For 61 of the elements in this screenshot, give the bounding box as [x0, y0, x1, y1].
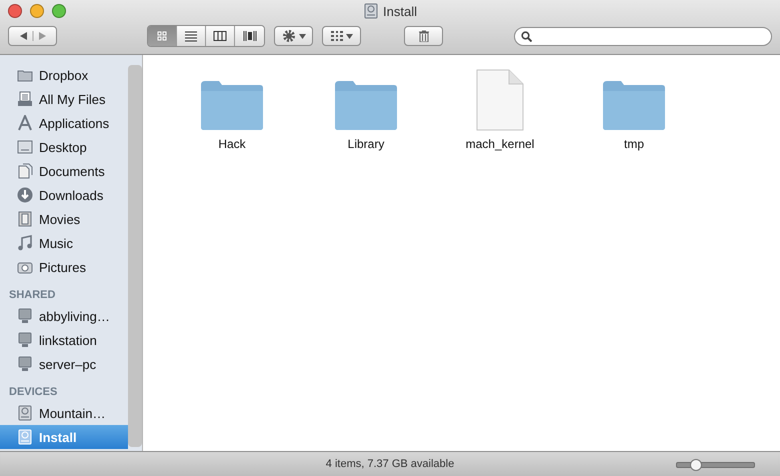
sidebar-item[interactable]: server–pc — [0, 352, 128, 376]
icon-grid-icon — [155, 30, 169, 42]
sidebar-item[interactable]: Mountain… — [0, 401, 128, 425]
cover-flow-icon — [242, 30, 256, 42]
sidebar-item[interactable]: Desktop — [0, 135, 128, 159]
sidebar-item[interactable]: All My Files — [0, 87, 128, 111]
list-icon — [184, 30, 198, 42]
folder-icon — [333, 79, 399, 131]
view-mode-button[interactable] — [206, 26, 235, 46]
back-forward-button[interactable] — [8, 26, 57, 46]
file-item[interactable]: Hack — [167, 69, 297, 151]
search-field[interactable] — [514, 26, 772, 46]
zoom-button[interactable] — [52, 4, 66, 18]
search-icon — [521, 30, 532, 42]
folder-icon — [601, 79, 667, 131]
monitor-icon — [17, 356, 33, 372]
status-text: 4 items, 7.37 GB available — [326, 458, 454, 470]
sidebar-item[interactable]: linkstation — [0, 328, 128, 352]
sidebar-item[interactable]: Downloads — [0, 183, 128, 207]
caret-icon — [346, 34, 352, 38]
view-mode-button[interactable] — [177, 26, 206, 46]
sidebar-item[interactable]: Documents — [0, 159, 128, 183]
arrange-menu-button[interactable] — [322, 26, 361, 46]
grid-icon — [330, 31, 342, 41]
file-item[interactable]: Library — [301, 69, 431, 151]
file-item[interactable]: mach_kernel — [435, 69, 565, 151]
close-button[interactable] — [8, 4, 22, 18]
monitor-icon — [17, 308, 33, 324]
monitor-icon — [17, 332, 33, 348]
back-forward-arrows-icon — [18, 31, 48, 41]
desktop-icon — [17, 139, 33, 155]
columns-icon — [213, 30, 227, 42]
trash-icon — [418, 30, 428, 42]
folder-icon — [199, 79, 265, 131]
sidebar-item[interactable]: Pictures — [0, 255, 128, 279]
sidebar-item[interactable]: Music — [0, 231, 128, 255]
music-note-icon — [17, 235, 33, 251]
scrollbar-thumb[interactable] — [128, 65, 142, 447]
document-icon — [476, 69, 524, 131]
icon-size-slider[interactable] — [676, 462, 755, 468]
sidebar-item[interactable]: Dropbox — [0, 63, 128, 87]
sidebar-item[interactable]: Movies — [0, 207, 128, 231]
slider-thumb[interactable] — [690, 459, 702, 471]
gear-icon — [282, 29, 296, 43]
applications-icon — [17, 115, 33, 131]
view-mode-button[interactable] — [235, 26, 264, 46]
minimize-button[interactable] — [30, 4, 44, 18]
delete-button[interactable] — [404, 26, 443, 46]
sidebar-item[interactable]: Applications — [0, 111, 128, 135]
caret-icon — [298, 34, 306, 38]
window-title: Install — [383, 4, 417, 18]
sidebar-heading: SHARED — [8, 288, 56, 303]
file-item[interactable]: tmp — [569, 69, 699, 151]
action-menu-button[interactable] — [274, 26, 313, 46]
drawer-icon — [17, 91, 33, 107]
view-mode-segmented-control[interactable] — [147, 25, 265, 47]
documents-icon — [17, 163, 33, 179]
sidebar-heading: DEVICES — [8, 385, 58, 400]
film-icon — [17, 211, 33, 227]
sidebar-item[interactable]: abbyliving… — [0, 304, 128, 328]
download-icon — [17, 187, 33, 203]
